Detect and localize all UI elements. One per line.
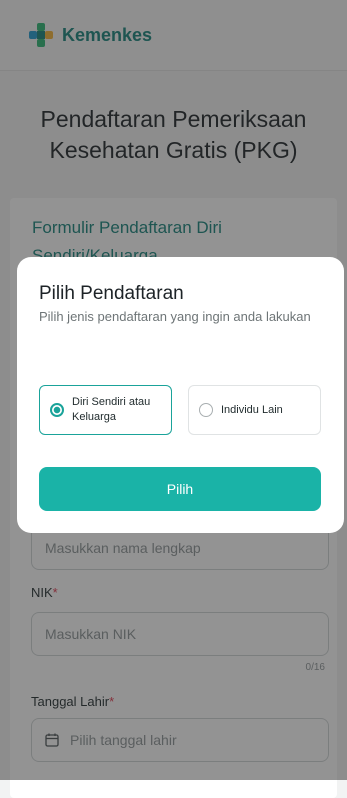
option-label: Individu Lain — [221, 403, 283, 416]
radio-unselected-icon[interactable] — [199, 403, 213, 417]
radio-selected-icon[interactable] — [50, 403, 64, 417]
option-other-individual[interactable]: Individu Lain — [188, 385, 321, 435]
option-self-family[interactable]: Diri Sendiri atau Keluarga — [39, 385, 172, 435]
registration-type-modal: Pilih Pendaftaran Pilih jenis pendaftara… — [17, 257, 344, 533]
option-label: Diri Sendiri atau Keluarga — [72, 396, 151, 423]
modal-subtitle: Pilih jenis pendaftaran yang ingin anda … — [39, 309, 311, 324]
choose-button[interactable]: Pilih — [39, 467, 321, 511]
modal-title: Pilih Pendaftaran — [39, 283, 184, 304]
